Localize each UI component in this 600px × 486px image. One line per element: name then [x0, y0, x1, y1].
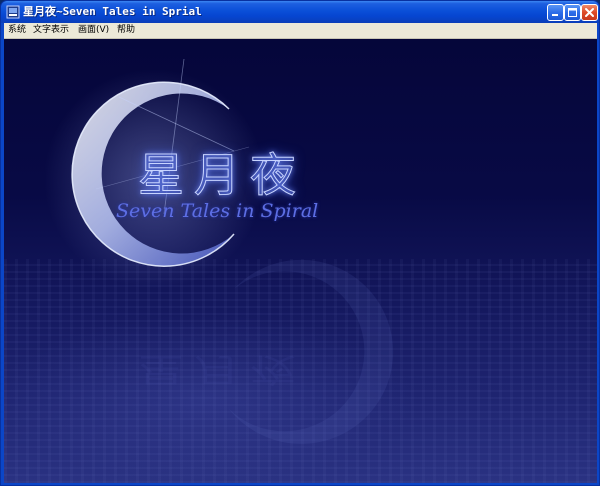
maximize-icon: [568, 8, 577, 17]
close-button[interactable]: [581, 4, 598, 21]
logo-reflection: 星月夜: [138, 351, 306, 389]
app-icon[interactable]: [6, 5, 20, 19]
maximize-button[interactable]: [564, 4, 581, 21]
application-window: 星月夜~Seven Tales in Sprial 系统 文字表示 画面(V) …: [0, 0, 600, 486]
minimize-button[interactable]: [547, 4, 564, 21]
menu-item-text-display[interactable]: 文字表示: [33, 23, 69, 38]
game-title-screen[interactable]: 星月夜 Seven Tales in Spiral 星月夜: [4, 39, 597, 483]
crescent-moon-logo: [44, 58, 394, 444]
close-icon: [585, 8, 594, 17]
menu-item-system[interactable]: 系统: [8, 23, 26, 38]
logo-subtitle: Seven Tales in Spiral: [116, 200, 319, 222]
menu-bar: 系统 文字表示 画面(V) 帮助: [4, 23, 597, 39]
minimize-icon: [552, 14, 558, 16]
menu-item-screen[interactable]: 画面(V): [78, 23, 109, 38]
menu-item-help[interactable]: 帮助: [117, 23, 135, 38]
window-title: 星月夜~Seven Tales in Sprial: [23, 5, 202, 18]
logo-title-kanji: 星月夜: [138, 148, 306, 203]
title-bar[interactable]: 星月夜~Seven Tales in Sprial: [1, 1, 599, 23]
